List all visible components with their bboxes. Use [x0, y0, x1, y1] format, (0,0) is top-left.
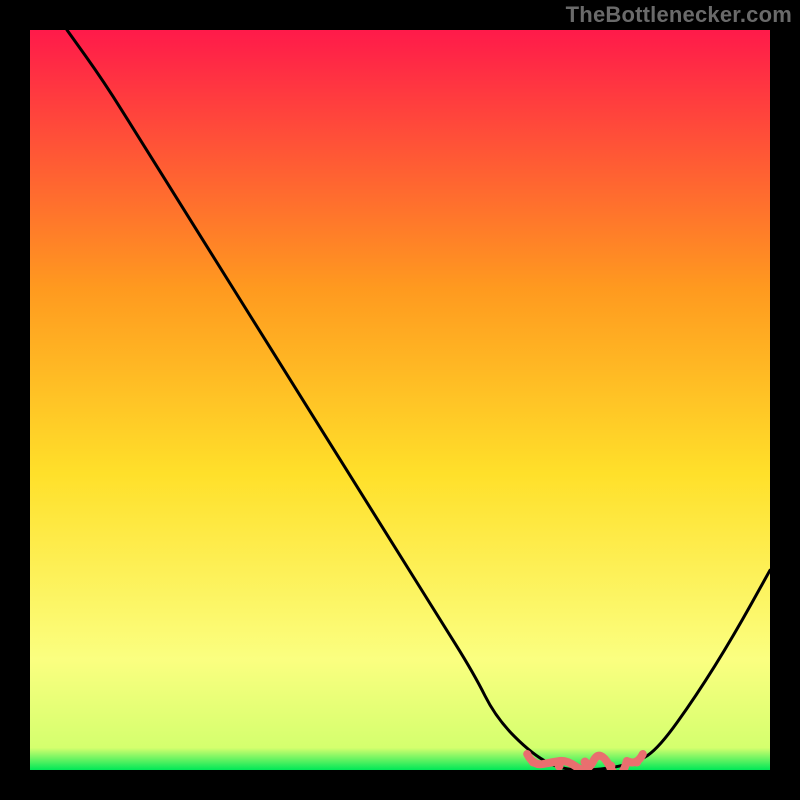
minimum-dot — [581, 758, 590, 767]
chart-frame: TheBottlenecker.com — [0, 0, 800, 800]
chart-plot-area — [30, 30, 770, 770]
attribution-text: TheBottlenecker.com — [566, 2, 792, 28]
minimum-dot — [529, 758, 538, 767]
minimum-dot — [632, 758, 641, 767]
chart-svg — [30, 30, 770, 770]
